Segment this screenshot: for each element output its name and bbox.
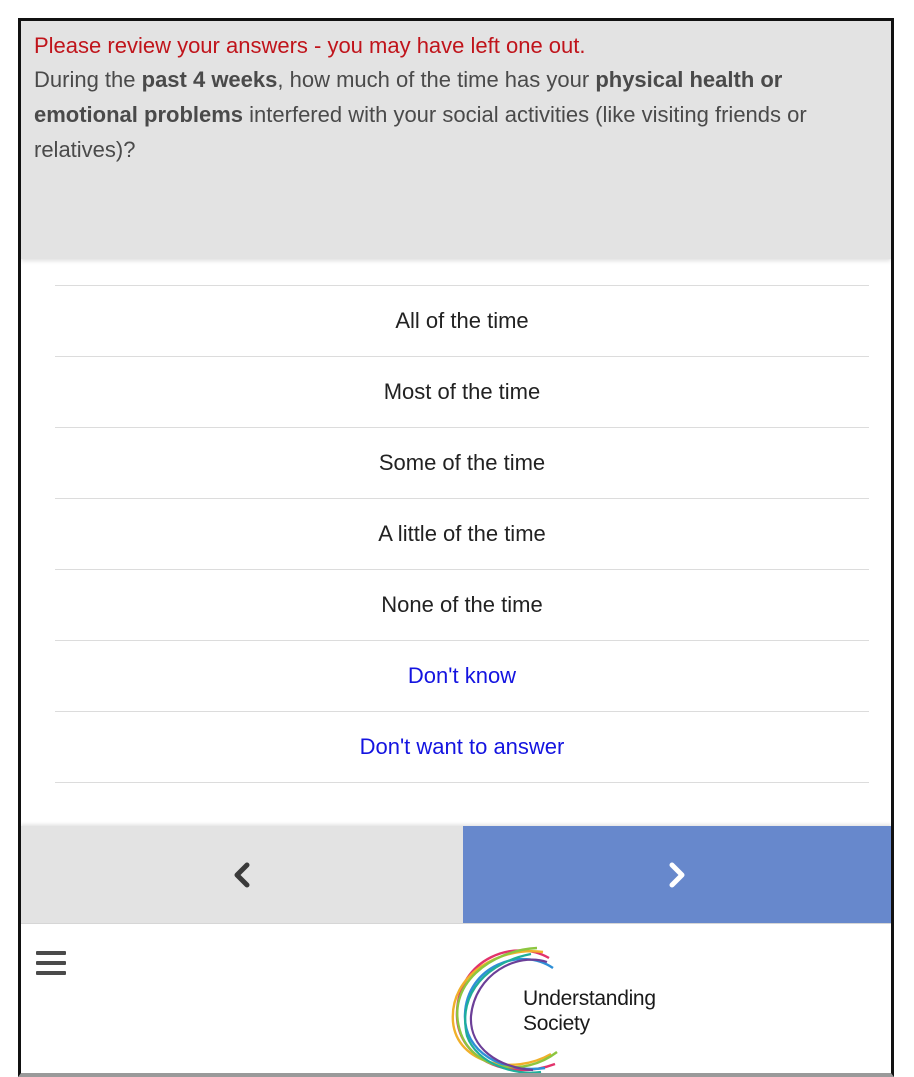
option-some-of-the-time[interactable]: Some of the time <box>55 428 869 499</box>
question-text: During the past 4 weeks, how much of the… <box>34 62 877 167</box>
navigation-bar <box>21 826 891 923</box>
option-dont-want-to-answer[interactable]: Don't want to answer <box>55 712 869 783</box>
logo-text: Understanding Society <box>523 986 656 1036</box>
option-dont-know[interactable]: Don't know <box>55 641 869 712</box>
chevron-left-icon <box>234 862 250 887</box>
question-text-emphasis: past 4 weeks <box>141 67 278 92</box>
logo-text-line: Understanding <box>523 987 656 1010</box>
hamburger-menu-icon[interactable] <box>36 951 66 975</box>
understanding-society-logo: Understanding Society <box>437 940 677 1073</box>
option-none-of-the-time[interactable]: None of the time <box>55 570 869 641</box>
survey-screen: Please review your answers - you may hav… <box>18 18 894 1077</box>
question-panel: Please review your answers - you may hav… <box>21 21 891 259</box>
previous-button[interactable] <box>21 826 463 923</box>
next-button[interactable] <box>463 826 891 923</box>
logo-text-line: Society <box>523 1012 590 1035</box>
chevron-right-icon <box>669 862 685 887</box>
question-text-part: , how much of the time has your <box>277 67 596 92</box>
question-text-part: During the <box>34 67 142 92</box>
review-warning: Please review your answers - you may hav… <box>34 33 586 58</box>
option-all-of-the-time[interactable]: All of the time <box>55 286 869 357</box>
answer-options-list: All of the time Most of the time Some of… <box>55 285 869 783</box>
option-a-little-of-the-time[interactable]: A little of the time <box>55 499 869 570</box>
footer: Understanding Society <box>21 923 891 1073</box>
option-most-of-the-time[interactable]: Most of the time <box>55 357 869 428</box>
